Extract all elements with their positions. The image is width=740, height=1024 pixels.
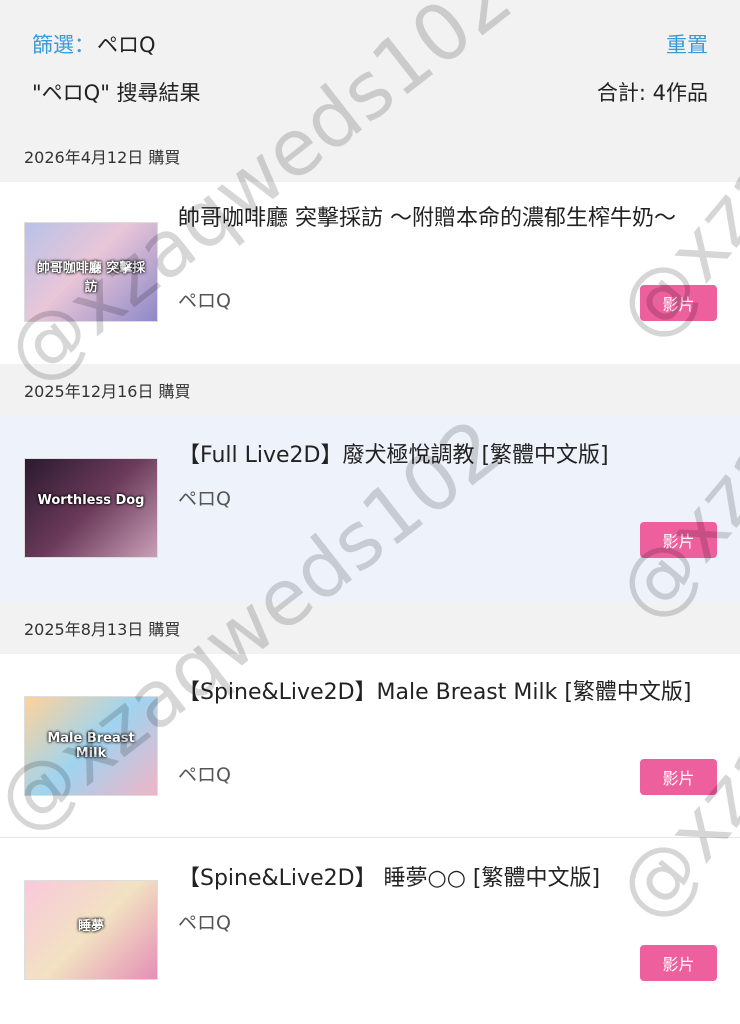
list-item[interactable]: Male Breast Milk 【Spine&Live2D】Male Brea… — [0, 654, 740, 838]
filter-row: 篩選： ペロQ 重置 — [32, 28, 708, 60]
item-thumbnail[interactable]: 睡夢 — [24, 880, 158, 980]
item-author[interactable]: ペロQ — [178, 908, 231, 935]
filter-summary: 篩選： ペロQ — [32, 29, 156, 59]
item-thumbnail[interactable]: Male Breast Milk — [24, 696, 158, 796]
reset-button[interactable]: 重置 — [666, 29, 708, 59]
thumbnail-title-art: Male Breast Milk — [47, 731, 135, 761]
video-badge[interactable]: 影片 — [640, 285, 717, 321]
purchase-date: 2026年4月12日 購買 — [24, 148, 181, 167]
video-badge[interactable]: 影片 — [640, 759, 717, 795]
purchase-date-header: 2026年4月12日 購買 — [0, 130, 740, 182]
total-count: 合計: 4作品 — [596, 81, 708, 105]
item-thumbnail[interactable]: Worthless Dog — [24, 458, 158, 558]
header: 篩選： ペロQ 重置 "ペロQ" 搜尋結果 合計: 4作品 — [0, 0, 740, 140]
list-item[interactable]: 睡夢 【Spine&Live2D】 睡夢○○ [繁體中文版] ペロQ 影片 — [0, 838, 740, 1024]
video-badge[interactable]: 影片 — [640, 522, 717, 558]
item-title[interactable]: 【Spine&Live2D】 睡夢○○ [繁體中文版] — [178, 860, 708, 898]
thumbnail-title-art: 睡夢 — [77, 919, 104, 934]
video-badge[interactable]: 影片 — [640, 945, 717, 981]
item-author[interactable]: ペロQ — [178, 760, 231, 787]
item-title[interactable]: 【Spine&Live2D】Male Breast Milk [繁體中文版] — [178, 674, 708, 712]
search-result-label: "ペロQ" 搜尋結果 — [32, 81, 201, 105]
item-thumbnail[interactable]: 帥哥咖啡廳 突擊採訪 — [24, 222, 158, 322]
item-title[interactable]: 帥哥咖啡廳 突擊採訪 〜附贈本命的濃郁生榨牛奶〜 — [178, 200, 708, 238]
item-title[interactable]: 【Full Live2D】廢犬極悅調教 [繁體中文版] — [178, 437, 708, 475]
result-summary: "ペロQ" 搜尋結果 合計: 4作品 — [32, 76, 708, 108]
list-item[interactable]: 帥哥咖啡廳 突擊採訪 帥哥咖啡廳 突擊採訪 〜附贈本命的濃郁生榨牛奶〜 ペロQ … — [0, 182, 740, 364]
purchase-date-header: 2025年8月13日 購買 — [0, 602, 740, 654]
filter-label: 篩選： — [32, 33, 95, 57]
item-author[interactable]: ペロQ — [178, 286, 231, 313]
item-author[interactable]: ペロQ — [178, 484, 231, 511]
thumbnail-title-art: Worthless Dog — [37, 493, 145, 508]
list-item[interactable]: Worthless Dog 【Full Live2D】廢犬極悅調教 [繁體中文版… — [0, 416, 740, 602]
filter-value: ペロQ — [97, 33, 156, 57]
purchase-date: 2025年8月13日 購買 — [24, 620, 181, 639]
purchase-date: 2025年12月16日 購買 — [24, 382, 191, 401]
purchase-date-header: 2025年12月16日 購買 — [0, 364, 740, 416]
thumbnail-title-art: 帥哥咖啡廳 突擊採訪 — [36, 261, 146, 295]
